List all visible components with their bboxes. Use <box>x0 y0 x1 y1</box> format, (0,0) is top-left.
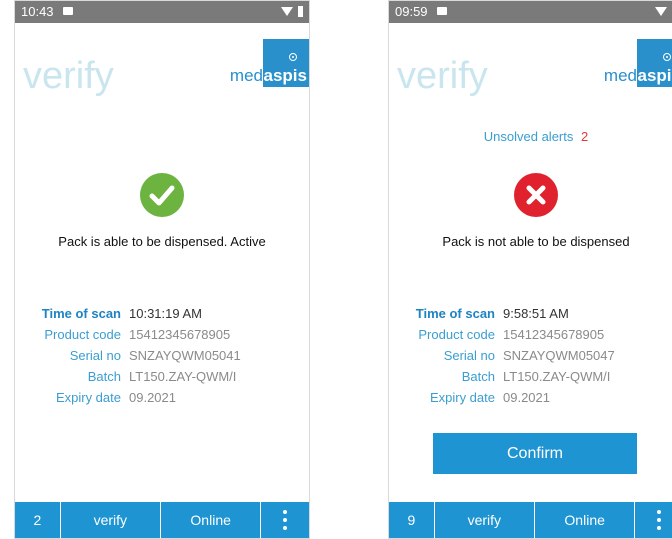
wifi-signal-icon <box>655 7 667 16</box>
info-label: Product code <box>44 327 121 342</box>
status-bar: 10:43 <box>15 1 309 23</box>
info-row-time: Time of scan 10:31:19 AM <box>15 306 309 327</box>
bottom-nav: 9 verify Online <box>389 502 672 538</box>
check-icon <box>140 173 184 217</box>
info-value: 09.2021 <box>129 390 176 405</box>
more-menu-icon[interactable] <box>261 502 309 538</box>
info-value: 9:58:51 AM <box>503 306 569 321</box>
confirm-button[interactable]: Confirm <box>433 433 637 474</box>
info-label: Serial no <box>69 348 121 363</box>
bottom-nav: 2 verify Online <box>15 502 309 538</box>
scan-info: Time of scan 9:58:51 AM Product code 154… <box>389 306 672 411</box>
verify-tab[interactable]: verify <box>61 502 161 538</box>
result-message: Pack is not able to be dispensed <box>442 234 630 249</box>
logo-med: med <box>603 66 637 85</box>
info-label: Time of scan <box>41 306 121 321</box>
app-title: verify <box>23 55 114 97</box>
unsolved-alerts[interactable]: Unsolved alerts 2 <box>389 129 672 144</box>
alerts-count-tab[interactable]: 9 <box>389 502 435 538</box>
info-row-product: Product code 15412345678905 <box>389 327 672 348</box>
info-row-batch: Batch LT150.ZAY-QWM/I <box>15 369 309 390</box>
wifi-signal-icon <box>281 7 293 16</box>
alerts-count-tab[interactable]: 2 <box>15 502 61 538</box>
info-label: Product code <box>418 327 495 342</box>
info-row-batch: Batch LT150.ZAY-QWM/I <box>389 369 672 390</box>
logo-dot-icon <box>663 53 671 61</box>
info-value: 15412345678905 <box>503 327 605 342</box>
online-tab[interactable]: Online <box>535 502 636 538</box>
info-label: Batch <box>461 369 495 384</box>
logo-med: med <box>229 66 263 85</box>
result-message: Pack is able to be dispensed. Active <box>58 234 266 249</box>
online-tab[interactable]: Online <box>161 502 262 538</box>
logo-aspis: aspis <box>263 66 307 85</box>
info-value: 15412345678905 <box>129 327 231 342</box>
info-value: LT150.ZAY-QWM/I <box>129 369 237 384</box>
status-bar: 09:59 <box>389 1 672 23</box>
more-menu-icon[interactable] <box>635 502 672 538</box>
info-label: Expiry date <box>55 390 121 405</box>
phone-screen-failure: 09:59 verify med aspis Unsolved alerts 2… <box>388 0 672 539</box>
alerts-count: 2 <box>581 129 589 144</box>
info-row-expiry: Expiry date 09.2021 <box>15 390 309 411</box>
image-notification-icon <box>437 7 447 15</box>
x-icon <box>514 173 558 217</box>
info-label: Time of scan <box>415 306 495 321</box>
info-row-serial: Serial no SNZAYQWM05047 <box>389 348 672 369</box>
info-value: 09.2021 <box>503 390 550 405</box>
info-label: Expiry date <box>429 390 495 405</box>
verify-tab[interactable]: verify <box>435 502 535 538</box>
status-time: 09:59 <box>395 4 428 19</box>
status-time: 10:43 <box>21 4 54 19</box>
phone-screen-success: 10:43 verify med aspis Pack is able to b… <box>14 0 310 539</box>
image-notification-icon <box>63 7 73 15</box>
info-row-serial: Serial no SNZAYQWM05041 <box>15 348 309 369</box>
info-label: Batch <box>87 369 121 384</box>
info-value: SNZAYQWM05041 <box>129 348 241 363</box>
info-value: SNZAYQWM05047 <box>503 348 615 363</box>
info-value: LT150.ZAY-QWM/I <box>503 369 611 384</box>
logo-dot-icon <box>289 53 297 61</box>
battery-icon <box>298 6 303 17</box>
info-row-product: Product code 15412345678905 <box>15 327 309 348</box>
scan-info: Time of scan 10:31:19 AM Product code 15… <box>15 306 309 411</box>
info-label: Serial no <box>443 348 495 363</box>
info-value: 10:31:19 AM <box>129 306 202 321</box>
app-title: verify <box>397 55 488 97</box>
alerts-label: Unsolved alerts <box>483 129 574 144</box>
logo-aspis: aspis <box>637 66 672 85</box>
info-row-time: Time of scan 9:58:51 AM <box>389 306 672 327</box>
info-row-expiry: Expiry date 09.2021 <box>389 390 672 411</box>
